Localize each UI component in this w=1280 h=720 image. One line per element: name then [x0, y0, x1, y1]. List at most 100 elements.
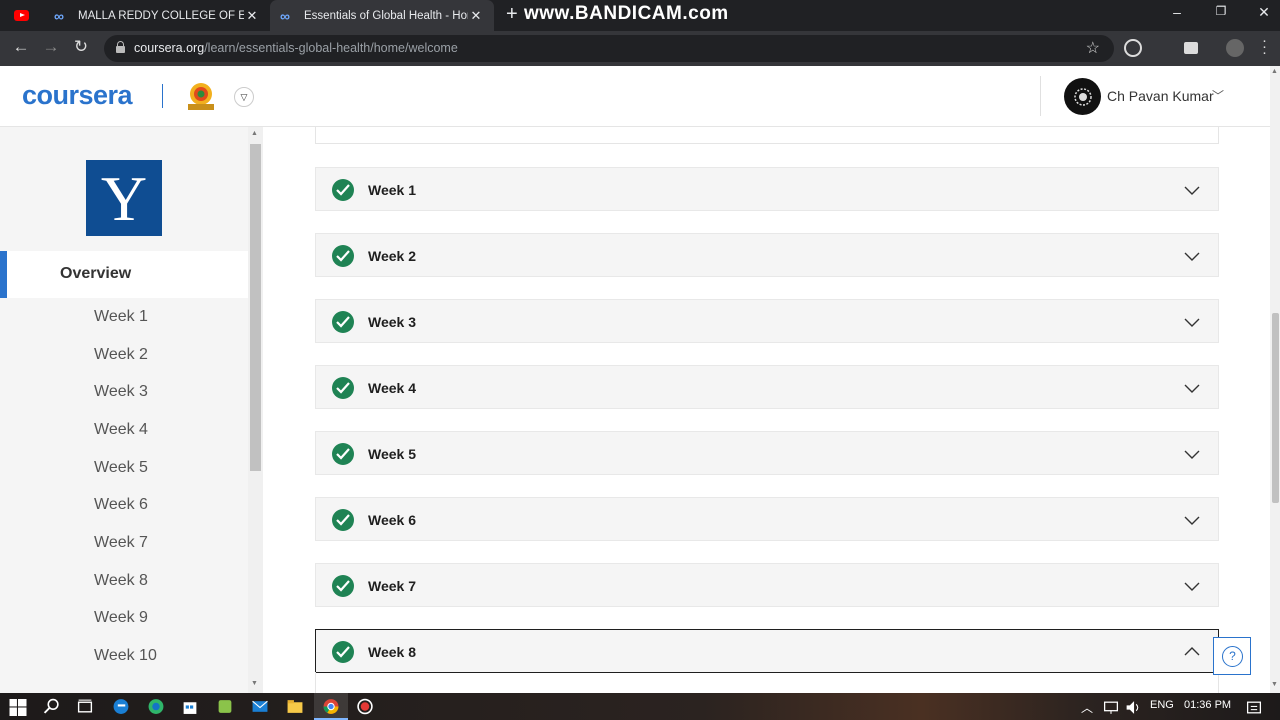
chevron-down-icon[interactable]	[1184, 446, 1200, 462]
back-arrow-icon[interactable]: ←	[10, 37, 32, 57]
reload-icon[interactable]: ↻	[70, 37, 92, 57]
scroll-down-icon[interactable]: ▼	[1271, 681, 1278, 688]
cast-icon[interactable]	[1184, 42, 1198, 54]
clock[interactable]: 01:36 PM	[1184, 699, 1231, 711]
mail-icon[interactable]	[251, 698, 269, 715]
week-4-row[interactable]: Week 4	[315, 365, 1219, 409]
chrome-taskbar-button[interactable]	[314, 693, 348, 720]
language-indicator[interactable]: ENG	[1150, 699, 1174, 711]
chevron-up-icon[interactable]: ︿	[1081, 699, 1093, 716]
week-8-row[interactable]: Week 8	[315, 629, 1219, 673]
search-icon[interactable]	[43, 698, 61, 715]
folder-icon[interactable]	[286, 698, 304, 715]
week-label: Week 6	[368, 512, 416, 528]
previous-card-edge	[315, 127, 1219, 144]
minimize-button[interactable]: –	[1154, 4, 1200, 20]
user-name[interactable]: Ch Pavan Kumar	[1107, 88, 1214, 104]
chevron-up-icon[interactable]	[1184, 644, 1200, 660]
check-circle-icon	[332, 311, 354, 333]
chevron-down-icon[interactable]	[1184, 314, 1200, 330]
header-divider	[1040, 76, 1041, 116]
sidebar-item-overview[interactable]: Overview	[0, 251, 248, 298]
tab-title: MALLA REDDY COLLEGE OF ENG	[78, 9, 244, 22]
address-bar[interactable]: coursera.org/learn/essentials-global-hea…	[104, 35, 1114, 62]
week-label: Week 5	[368, 446, 416, 462]
menu-kebab-icon[interactable]: · · ·	[1262, 33, 1267, 60]
notifications-icon[interactable]	[1245, 699, 1263, 716]
profile-avatar-icon[interactable]	[1226, 39, 1244, 57]
sidebar-item-week-6[interactable]: Week 6	[94, 496, 148, 514]
restore-button[interactable]: ❐	[1198, 4, 1244, 18]
chevron-down-icon[interactable]	[1184, 248, 1200, 264]
week-8-content	[315, 672, 1219, 693]
bandicam-record-icon[interactable]	[356, 698, 374, 715]
university-emblem-icon[interactable]	[184, 80, 218, 112]
coursera-infinity-icon: ∞	[280, 7, 290, 24]
chevron-down-icon[interactable]	[1184, 380, 1200, 396]
scrollbar-thumb[interactable]	[1272, 313, 1279, 503]
coursera-infinity-icon: ∞	[54, 7, 64, 24]
tab-malla-reddy[interactable]: ∞ MALLA REDDY COLLEGE OF ENG ✕	[44, 0, 270, 31]
sidebar-item-week-9[interactable]: Week 9	[94, 609, 148, 627]
youtube-icon	[14, 10, 29, 21]
check-circle-icon	[332, 245, 354, 267]
close-window-button[interactable]: ✕	[1241, 4, 1280, 21]
week-label: Week 8	[368, 644, 416, 660]
tab-essentials-global-health[interactable]: ∞ Essentials of Global Health - Hon ✕	[270, 0, 494, 31]
extension-icon[interactable]	[1124, 39, 1142, 57]
active-indicator	[0, 251, 7, 298]
sidebar-item-week-7[interactable]: Week 7	[94, 534, 148, 552]
close-tab-icon[interactable]: ✕	[468, 8, 484, 24]
page-scrollbar[interactable]: ▲ ▼	[1270, 66, 1280, 693]
logo-divider	[162, 84, 163, 108]
week-7-row[interactable]: Week 7	[315, 563, 1219, 607]
scroll-up-icon[interactable]: ▲	[1271, 68, 1278, 75]
check-circle-icon	[332, 443, 354, 465]
sidebar-item-week-2[interactable]: Week 2	[94, 346, 148, 364]
bandicam-watermark: www.BANDICAM.com	[524, 3, 729, 24]
tab-youtube[interactable]	[0, 0, 42, 31]
yale-logo: Y	[86, 160, 162, 236]
check-circle-icon	[332, 575, 354, 597]
chrome-icon	[323, 699, 339, 714]
week-6-row[interactable]: Week 6	[315, 497, 1219, 541]
sidebar-item-week-4[interactable]: Week 4	[94, 421, 148, 439]
chevron-down-icon[interactable]: ﹀	[1212, 87, 1224, 104]
lock-icon	[116, 41, 125, 53]
bookmark-star-icon[interactable]: ☆	[1086, 38, 1100, 58]
forward-arrow-icon[interactable]: →	[40, 37, 62, 57]
task-view-icon[interactable]	[76, 698, 94, 715]
chevron-down-icon[interactable]	[1184, 512, 1200, 528]
week-label: Week 3	[368, 314, 416, 330]
chevron-down-icon[interactable]: ▽	[234, 87, 254, 107]
scroll-up-icon[interactable]: ▲	[251, 130, 258, 137]
edge-legacy-icon[interactable]	[112, 698, 130, 715]
avatar[interactable]	[1064, 78, 1101, 115]
sidebar-scrollbar[interactable]: ▲ ▼	[248, 127, 263, 693]
close-tab-icon[interactable]: ✕	[244, 8, 260, 24]
sidebar-item-week-10[interactable]: Week 10	[94, 647, 157, 665]
sidebar-item-week-8[interactable]: Week 8	[94, 572, 148, 590]
edge-icon[interactable]	[147, 698, 165, 715]
week-3-row[interactable]: Week 3	[315, 299, 1219, 343]
sidebar-item-week-1[interactable]: Week 1	[94, 308, 148, 326]
sidebar-item-week-3[interactable]: Week 3	[94, 383, 148, 401]
windows-start-icon[interactable]	[9, 699, 27, 716]
volume-icon[interactable]	[1124, 699, 1142, 716]
week-2-row[interactable]: Week 2	[315, 233, 1219, 277]
app-icon[interactable]	[216, 698, 234, 715]
week-5-row[interactable]: Week 5	[315, 431, 1219, 475]
scrollbar-thumb[interactable]	[250, 144, 261, 471]
week-1-row[interactable]: Week 1	[315, 167, 1219, 211]
coursera-logo[interactable]: coursera	[22, 80, 133, 111]
new-tab-button[interactable]: +	[506, 3, 518, 26]
help-button[interactable]: ?	[1213, 637, 1251, 675]
scroll-down-icon[interactable]: ▼	[251, 680, 258, 687]
sidebar-item-week-5[interactable]: Week 5	[94, 459, 148, 477]
chevron-down-icon[interactable]	[1184, 182, 1200, 198]
store-icon[interactable]	[181, 698, 199, 715]
week-label: Week 4	[368, 380, 416, 396]
network-icon[interactable]	[1102, 699, 1120, 716]
course-sidebar: Y Overview Week 1 Week 2 Week 3 Week 4 W…	[0, 127, 263, 693]
chevron-down-icon[interactable]	[1184, 578, 1200, 594]
